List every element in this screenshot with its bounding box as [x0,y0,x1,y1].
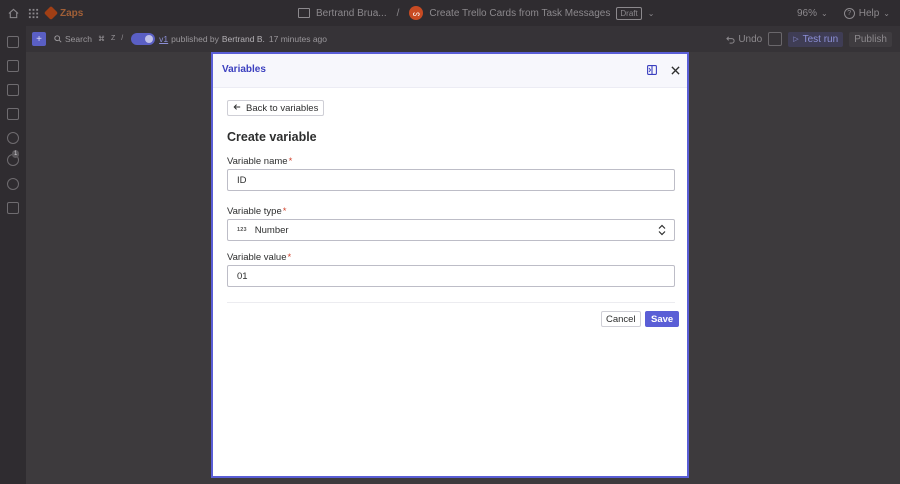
dock-panel-icon[interactable] [646,64,658,76]
zoom-control[interactable]: 96% ⌄ [797,8,828,19]
zap-app-icon: ᔕ [409,6,424,20]
label-text: Variable name [227,156,288,167]
zap-title[interactable]: Create Trello Cards from Task Messages [429,8,610,19]
details-icon[interactable] [7,60,19,72]
published-time: 17 minutes ago [268,34,328,44]
folder-icon [298,8,310,18]
published-by-text: published by [171,34,219,44]
search-label: Search [65,34,92,44]
select-arrows-icon [657,224,667,236]
shortcut-key: Z [110,35,116,42]
variable-type-value: Number [254,224,289,236]
notes-icon[interactable] [7,108,19,120]
variable-name-input[interactable] [237,174,674,186]
form-divider [227,302,675,303]
add-step-button[interactable]: + [32,32,46,46]
cancel-button[interactable]: Cancel [601,311,641,327]
panel-title: Variables [222,64,266,75]
zapier-bolt-icon [43,5,59,21]
chevron-down-icon: ⌄ [821,8,828,18]
variable-value-label: Variable value* [227,252,291,263]
variables-panel: Variables Back to variables Create varia… [211,52,689,478]
status-badge: Draft [616,6,642,20]
keyboard-shortcut-hint: ⌘ Z / [98,35,123,43]
publish-button[interactable]: Publish [849,31,892,47]
variable-type-select[interactable]: 123 Number [227,219,675,241]
shortcut-key: ⌘ [97,36,105,43]
close-icon[interactable] [669,64,681,76]
toolbar-actions: Undo ▷ Test run Publish [726,26,892,52]
settings-icon[interactable] [7,178,19,190]
variable-value-field[interactable] [227,265,675,287]
back-label: Back to variables [246,102,319,114]
shortcut-key: / [121,35,124,42]
left-sidebar: 1 [0,26,26,484]
form-title: Create variable [227,130,317,144]
label-text: Variable value [227,252,287,263]
undo-button[interactable]: Undo [726,34,762,45]
number-type-icon: 123 [237,227,247,233]
help-menu[interactable]: ? Help ⌄ [843,7,890,19]
variables-icon[interactable] [7,202,19,214]
author-name: Bertrand B. [221,34,265,44]
folder-name[interactable]: Bertrand Brua... [316,8,387,19]
test-run-button[interactable]: ▷ Test run [788,31,844,47]
chevron-down-icon: ⌄ [883,8,890,18]
chevron-down-icon[interactable]: ⌄ [648,9,655,18]
breadcrumb-separator: / [396,7,400,19]
zoom-level: 96% [797,7,818,19]
variable-name-label: Variable name* [227,156,292,167]
top-bar: Zaps Bertrand Brua... / ᔕ Create Trello … [0,0,900,26]
required-mark: * [288,156,293,167]
editor-toolbar: + Search ⌘ Z / v1 published by Bertrand … [26,26,900,52]
zap-on-toggle[interactable] [131,33,156,45]
help-label: Help [858,7,880,19]
label-text: Variable type [227,206,282,217]
undo-icon [726,35,735,44]
arrow-left-icon [233,103,241,114]
app-switcher[interactable]: Zaps [43,5,84,21]
home-icon[interactable] [6,6,20,20]
required-mark: * [287,252,292,263]
app-name: Zaps [60,7,84,19]
search-icon [54,35,62,43]
variable-value-input[interactable] [237,270,674,282]
test-run-label: Test run [802,33,839,45]
version-link[interactable]: v1 [159,34,168,44]
back-to-variables-button[interactable]: Back to variables [227,100,325,116]
variable-type-label: Variable type* [227,206,286,217]
panel-header: Variables [213,54,687,88]
help-icon: ? [843,7,855,19]
canvas-icon[interactable] [7,36,19,48]
play-icon: ▷ [793,36,799,43]
history-icon[interactable] [7,132,19,144]
variable-name-field[interactable] [227,169,675,191]
zap-breadcrumb: Bertrand Brua... / ᔕ Create Trello Cards… [298,0,654,26]
comments-icon[interactable] [7,84,19,96]
search-button[interactable]: Search [54,34,92,44]
required-mark: * [282,206,287,217]
undo-label: Undo [738,33,763,45]
apps-grid-icon[interactable] [26,6,40,20]
save-button[interactable]: Save [645,311,680,327]
topbar-right: 96% ⌄ ? Help ⌄ [797,0,890,26]
history-icon[interactable] [768,32,783,46]
